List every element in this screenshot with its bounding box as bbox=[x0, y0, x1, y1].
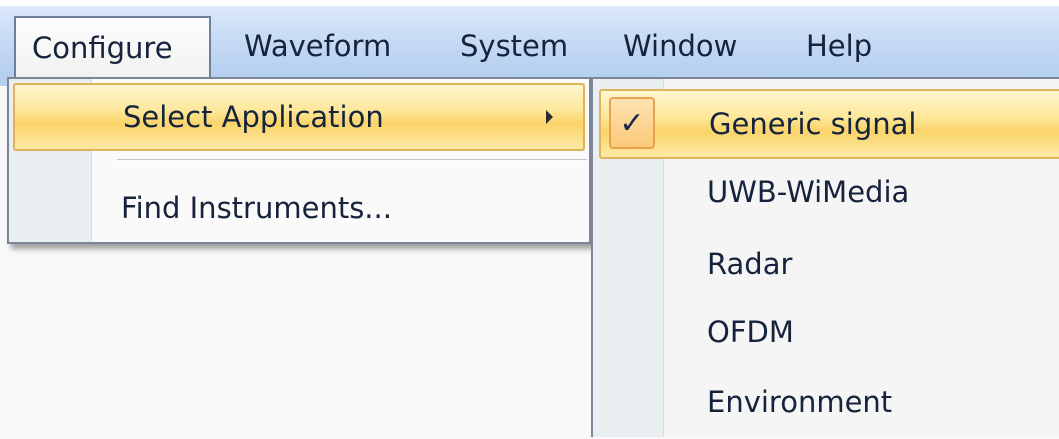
menu-configure[interactable]: Configure bbox=[14, 16, 211, 80]
submenu-item-generic-signal[interactable]: ✓ Generic signal bbox=[599, 89, 1059, 159]
submenu-item-environment[interactable]: Environment bbox=[599, 369, 1059, 439]
menu-window[interactable]: Window bbox=[607, 16, 753, 80]
configure-dropdown: Select Application Find Instruments... bbox=[7, 77, 591, 244]
menu-item-label: Select Application bbox=[123, 100, 384, 134]
submenu-item-label: Generic signal bbox=[709, 107, 917, 141]
menu-waveform[interactable]: Waveform bbox=[228, 16, 407, 80]
menu-bar: Configure Waveform System Window Help bbox=[0, 0, 1059, 86]
menu-system[interactable]: System bbox=[444, 16, 584, 80]
submenu-arrow-icon bbox=[546, 110, 553, 124]
menu-separator bbox=[117, 159, 587, 161]
submenu-item-label: UWB-WiMedia bbox=[707, 175, 910, 209]
application-submenu: ✓ Generic signal UWB-WiMedia Radar OFDM … bbox=[591, 77, 1059, 437]
submenu-item-uwb-wimedia[interactable]: UWB-WiMedia bbox=[599, 159, 1059, 229]
submenu-item-label: OFDM bbox=[707, 315, 794, 349]
menu-item-select-application[interactable]: Select Application bbox=[13, 83, 585, 151]
menu-item-find-instruments[interactable]: Find Instruments... bbox=[13, 176, 585, 244]
menu-bar-top-edge bbox=[0, 0, 1059, 6]
submenu-item-label: Environment bbox=[707, 385, 893, 419]
submenu-item-label: Radar bbox=[707, 247, 793, 281]
menu-item-label: Find Instruments... bbox=[121, 191, 392, 225]
checkmark-icon: ✓ bbox=[609, 97, 655, 149]
submenu-item-ofdm[interactable]: OFDM bbox=[599, 299, 1059, 369]
menu-help[interactable]: Help bbox=[790, 16, 888, 80]
submenu-item-radar[interactable]: Radar bbox=[599, 231, 1059, 301]
